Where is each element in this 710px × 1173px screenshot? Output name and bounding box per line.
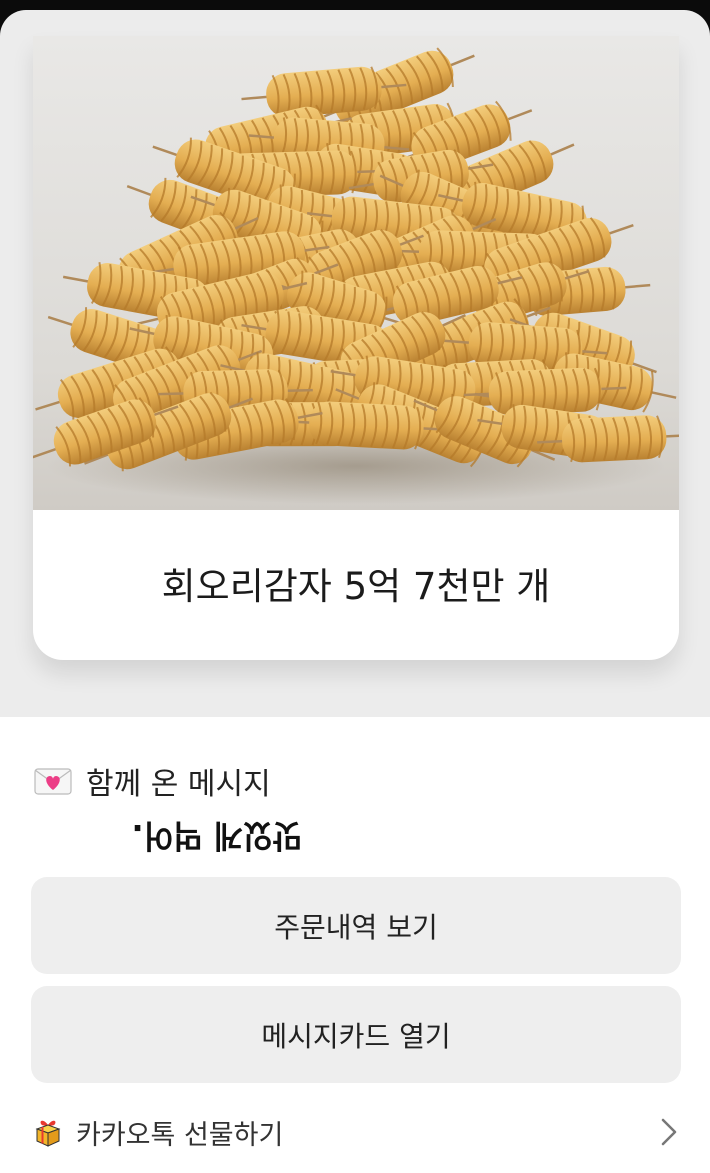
view-orders-button[interactable]: 주문내역 보기 bbox=[31, 877, 681, 974]
kakaotalk-gift-link[interactable]: 카카오톡 선물하기 bbox=[34, 1107, 680, 1157]
chevron-right-icon[interactable] bbox=[658, 1117, 680, 1147]
message-text: 맛있게 먹어. bbox=[131, 817, 303, 855]
message-section: 함께 온 메시지 맛있게 먹어. 주문내역 보기 메시지카드 열기 카카오톡 선… bbox=[0, 717, 710, 1173]
message-label: 함께 온 메시지 bbox=[86, 767, 271, 802]
gift-detail-card: 회오리감자 5억 7천만 개 함께 온 메시지 맛있게 먹어. 주문내역 보기 … bbox=[0, 10, 710, 1173]
footer-label: 카카오톡 선물하기 bbox=[76, 1119, 284, 1151]
gift-title: 회오리감자 5억 7천만 개 bbox=[161, 565, 551, 608]
heart-envelope-icon bbox=[34, 768, 72, 795]
gift-box-icon bbox=[35, 1120, 61, 1147]
open-message-card-button[interactable]: 메시지카드 열기 bbox=[31, 986, 681, 1083]
spiral-potato-skewers-image bbox=[33, 47, 679, 504]
gift-card[interactable]: 회오리감자 5억 7천만 개 bbox=[33, 36, 679, 660]
product-image bbox=[33, 36, 679, 510]
message-header: 함께 온 메시지 bbox=[34, 761, 271, 802]
